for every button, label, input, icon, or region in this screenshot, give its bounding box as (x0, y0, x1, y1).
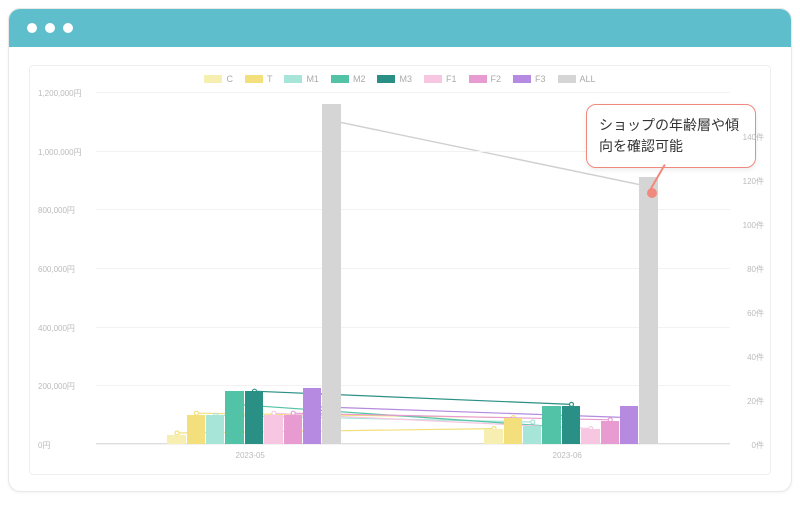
bar-M2[interactable] (542, 406, 560, 444)
legend-item[interactable]: T (245, 74, 273, 84)
legend-item[interactable]: F2 (469, 74, 502, 84)
bar-M1[interactable] (523, 426, 541, 444)
legend-item[interactable]: F3 (513, 74, 546, 84)
y-left-tick-label: 400,000円 (38, 323, 75, 334)
y-right-tick-label: 20件 (747, 396, 764, 407)
line-point-M1[interactable] (531, 420, 535, 424)
bar-T[interactable] (187, 415, 205, 444)
legend-swatch-icon (424, 75, 442, 83)
legend-item[interactable]: C (204, 74, 233, 84)
gridline (96, 92, 730, 93)
annotation-text: ショップの年齢層や傾向を確認可能 (599, 117, 739, 154)
bar-ALL[interactable] (639, 177, 657, 444)
y-right-tick-label: 40件 (747, 352, 764, 363)
chart-card: C T M1 M2 M3 F1 F2 F3 ALL ショップの年齢層や傾向を確認可能 0円 200… (29, 65, 771, 475)
gridline (96, 209, 730, 210)
legend-label: T (267, 74, 273, 84)
gridline (96, 268, 730, 269)
x-tick-label: 2023-06 (553, 451, 582, 460)
legend-item[interactable]: F1 (424, 74, 457, 84)
y-right-tick-label: 120件 (743, 176, 764, 187)
legend-swatch-icon (377, 75, 395, 83)
legend-label: M2 (353, 74, 366, 84)
legend-swatch-icon (331, 75, 349, 83)
legend-swatch-icon (558, 75, 576, 83)
y-right-tick-label: 140件 (743, 132, 764, 143)
legend-swatch-icon (513, 75, 531, 83)
annotation-dot-icon (647, 188, 657, 198)
bar-F2[interactable] (601, 421, 619, 444)
bar-M3[interactable] (562, 406, 580, 444)
x-tick-label: 2023-05 (236, 451, 265, 460)
bar-M2[interactable] (225, 391, 243, 444)
bar-F3[interactable] (620, 406, 638, 444)
line-F3[interactable] (313, 407, 630, 418)
y-left-tick-label: 200,000円 (38, 381, 75, 392)
y-right-tick-label: 80件 (747, 264, 764, 275)
y-right-tick-label: 100件 (743, 220, 764, 231)
y-left-tick-label: 0円 (38, 440, 50, 451)
window-titlebar (9, 9, 791, 47)
bar-C[interactable] (484, 429, 502, 444)
gridline (96, 327, 730, 328)
legend-swatch-icon (204, 75, 222, 83)
legend-label: ALL (580, 74, 596, 84)
bar-F2[interactable] (284, 415, 302, 444)
legend-item[interactable]: ALL (558, 74, 596, 84)
window-dot-icon (27, 23, 37, 33)
legend-item[interactable]: M3 (377, 74, 412, 84)
y-left-tick-label: 600,000円 (38, 264, 75, 275)
legend-swatch-icon (284, 75, 302, 83)
bar-F3[interactable] (303, 388, 321, 444)
bar-M1[interactable] (206, 415, 224, 444)
browser-frame: C T M1 M2 M3 F1 F2 F3 ALL ショップの年齢層や傾向を確認可能 0円 200… (8, 8, 792, 492)
legend-label: M3 (399, 74, 412, 84)
bar-C[interactable] (167, 435, 185, 444)
gridline (96, 385, 730, 386)
bar-F1[interactable] (581, 429, 599, 444)
legend-label: F1 (446, 74, 457, 84)
bar-F1[interactable] (264, 415, 282, 444)
bar-M3[interactable] (245, 391, 263, 444)
y-left-tick-label: 800,000円 (38, 205, 75, 216)
y-left-tick-label: 1,200,000円 (38, 88, 82, 99)
chart-legend: C T M1 M2 M3 F1 F2 F3 ALL (30, 74, 770, 84)
legend-item[interactable]: M2 (331, 74, 366, 84)
legend-label: F3 (535, 74, 546, 84)
window-dot-icon (63, 23, 73, 33)
legend-swatch-icon (469, 75, 487, 83)
bar-ALL[interactable] (322, 104, 340, 444)
content-area: C T M1 M2 M3 F1 F2 F3 ALL ショップの年齢層や傾向を確認可能 0円 200… (9, 47, 791, 491)
legend-label: F2 (491, 74, 502, 84)
y-left-tick-label: 1,000,000円 (38, 147, 82, 158)
gridline (96, 444, 730, 445)
bar-T[interactable] (504, 418, 522, 444)
y-right-tick-label: 0件 (752, 440, 764, 451)
legend-label: M1 (306, 74, 319, 84)
legend-swatch-icon (245, 75, 263, 83)
window-dot-icon (45, 23, 55, 33)
legend-item[interactable]: M1 (284, 74, 319, 84)
y-right-tick-label: 60件 (747, 308, 764, 319)
annotation-callout: ショップの年齢層や傾向を確認可能 (586, 104, 756, 168)
legend-label: C (226, 74, 233, 84)
